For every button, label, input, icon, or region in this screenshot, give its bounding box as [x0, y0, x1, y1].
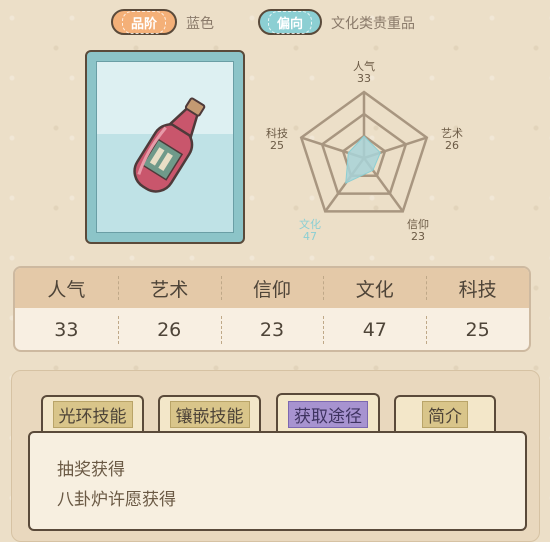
- tab-label: 简介: [422, 400, 468, 428]
- radar-label-culture: 文化 47: [299, 218, 321, 243]
- tab-label: 镶嵌技能: [169, 400, 250, 428]
- bias-value: 文化类贵重品: [331, 16, 415, 32]
- stats-value-cell: 33: [54, 319, 79, 341]
- stats-header-cell: 文化: [323, 268, 426, 308]
- stats-value-cell: 23: [220, 308, 324, 350]
- bias-label: 偏向: [267, 10, 312, 34]
- radar-label-faith: 信仰 23: [407, 218, 429, 243]
- stats-header-cell: 人气: [47, 278, 86, 301]
- stats-header-row: 人气 艺术 信仰 文化 科技: [15, 268, 529, 308]
- stats-value-cell: 47: [323, 308, 426, 350]
- rank-label: 品阶: [121, 10, 166, 34]
- tab-label: 获取途径: [288, 400, 368, 428]
- stats-value-cell: 25: [426, 308, 529, 350]
- stats-header-cell: 科技: [426, 268, 529, 308]
- tab-aura-skill[interactable]: 光环技能: [41, 395, 144, 431]
- radar-label-popularity: 人气 33: [353, 60, 375, 85]
- stats-value-row: 33 26 23 47 25: [15, 308, 529, 350]
- tab-label: 光环技能: [52, 400, 133, 428]
- rank-value: 蓝色: [186, 16, 214, 32]
- acquisition-line: 八卦炉许愿获得: [57, 490, 176, 510]
- rank-badge: 品阶: [111, 9, 177, 35]
- stats-value-cell: 26: [117, 308, 221, 350]
- tab-acquisition[interactable]: 获取途径: [276, 393, 380, 433]
- acquisition-content: 抽奖获得 八卦炉许愿获得: [28, 431, 527, 531]
- stats-header-cell: 艺术: [117, 268, 221, 308]
- radar-label-art: 艺术 26: [441, 127, 463, 152]
- radar-label-tech: 科技 25: [266, 127, 288, 152]
- pink-bottle-icon: [133, 97, 206, 193]
- tab-inlay-skill[interactable]: 镶嵌技能: [158, 395, 261, 431]
- stats-table: 人气 艺术 信仰 文化 科技 33 26 23 47 25: [13, 266, 531, 352]
- bias-badge: 偏向: [258, 9, 322, 35]
- tab-intro[interactable]: 简介: [394, 395, 496, 431]
- stats-header-cell: 信仰: [220, 268, 324, 308]
- item-card: [85, 50, 245, 244]
- acquisition-line: 抽奖获得: [57, 460, 125, 480]
